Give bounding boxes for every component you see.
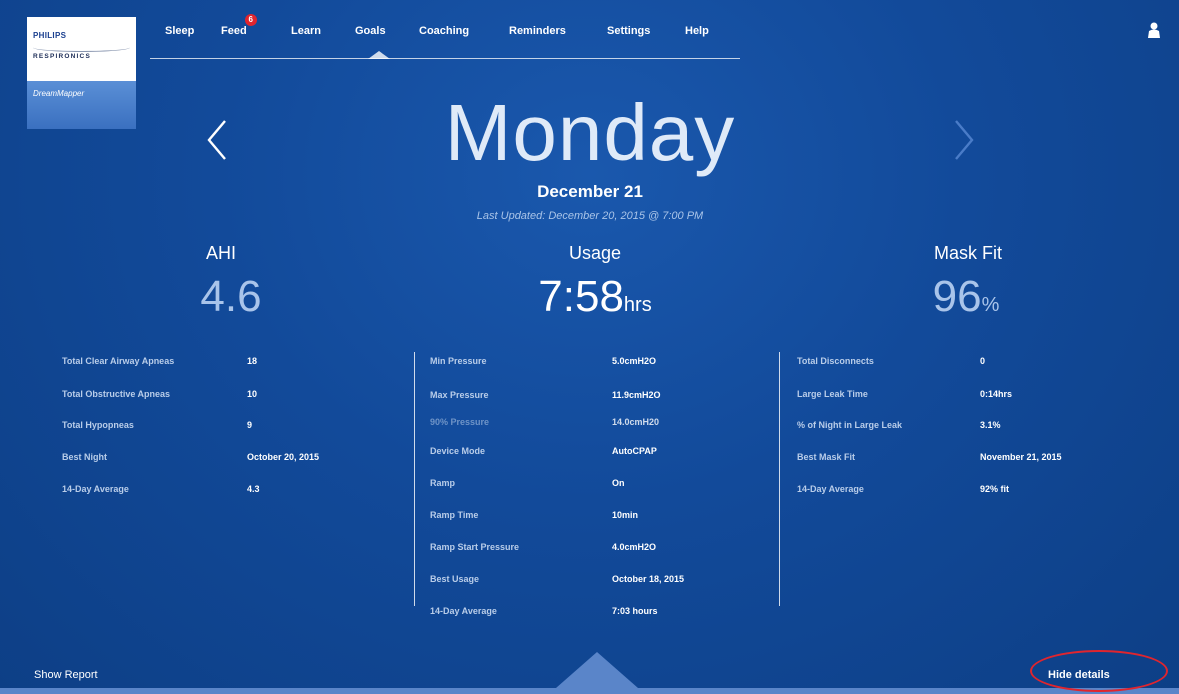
detail-key: % of Night in Large Leak [797,420,903,430]
mask-fit-label: Mask Fit [933,243,1002,263]
detail-key: Ramp Time [430,510,479,520]
nav-item-settings[interactable]: Settings [607,25,650,37]
detail-value: 11.9cmH2O [612,390,661,400]
nav-item-feed-label: Feed [221,25,247,37]
feed-badge: 6 [244,14,257,26]
detail-value: 0:14hrs [980,389,1013,399]
ahi-value: 4.6 [131,275,331,319]
detail-value: October 18, 2015 [612,574,685,584]
collapse-handle[interactable] [556,652,638,688]
detail-value: 92% fit [980,484,1010,494]
detail-value: 3.1% [980,420,1001,430]
detail-value: 5.0cmH2O [612,356,657,366]
usage-value: 7:58hrs [495,275,695,319]
detail-key: Ramp [430,478,456,488]
detail-key: 14-Day Average [62,484,129,494]
column-divider [779,352,780,606]
logo-bottom: DreamMapper [27,81,136,129]
detail-value: November 21, 2015 [980,452,1062,462]
date-label: December 21 [537,182,643,201]
detail-value: AutoCPAP [612,446,657,456]
mask-fit-unit: % [981,294,1000,316]
bottom-strip [0,688,1179,694]
detail-value: 4.3 [247,484,260,494]
logo-app-name: DreamMapper [33,89,85,98]
detail-key: 14-Day Average [430,606,497,616]
nav-item-help[interactable]: Help [685,25,709,37]
mask-fit-value: 96% [866,275,1066,319]
detail-value: 4.0cmH2O [612,542,657,552]
last-updated: Last Updated: December 20, 2015 @ 7:00 P… [476,210,704,222]
detail-key: Best Night [62,452,107,462]
ahi-value-number: 4.6 [200,272,262,321]
hide-details-link[interactable]: Hide details [1048,669,1110,681]
detail-key: Total Clear Airway Apneas [62,356,175,366]
logo-swoosh-icon [33,43,130,52]
nav-item-coaching[interactable]: Coaching [419,25,469,37]
detail-key: Large Leak Time [797,389,868,399]
detail-key: Ramp Start Pressure [430,542,520,552]
logo-top: PHILIPS RESPIRONICS [27,17,136,81]
nav-item-goals[interactable]: Goals [355,25,386,37]
main-nav: Sleep Feed 6 Learn Goals Coaching Remind… [150,14,740,59]
detail-value: 9 [247,420,253,430]
detail-value: 0 [980,356,986,366]
day-title: Monday [444,88,736,177]
detail-key: Device Mode [430,446,486,456]
chevron-right-icon[interactable] [948,115,978,165]
column-divider [414,352,415,606]
logo-sub: RESPIRONICS [33,53,91,60]
detail-key: 14-Day Average [797,484,864,494]
detail-value: On [612,478,625,488]
detail-key: Total Obstructive Apneas [62,389,171,399]
philips-dreammapper-logo: PHILIPS RESPIRONICS DreamMapper [27,17,136,129]
chevron-left-icon[interactable] [203,115,233,165]
logo-brand: PHILIPS [33,31,67,40]
detail-key: Max Pressure [430,390,489,400]
mask-fit-value-number: 96 [932,272,982,321]
dreammapper-app: PHILIPS RESPIRONICS DreamMapper Sleep Fe… [0,0,1179,694]
user-icon[interactable] [1147,22,1161,38]
nav-item-feed[interactable]: Feed 6 [221,14,257,37]
detail-value: October 20, 2015 [247,452,320,462]
detail-key: 90% Pressure [430,417,490,427]
usage-unit: hrs [623,294,652,316]
nav-item-learn[interactable]: Learn [291,25,321,37]
ahi-label: AHI [205,243,236,263]
show-report-link[interactable]: Show Report [34,669,98,681]
nav-item-sleep[interactable]: Sleep [165,25,194,37]
detail-value: 18 [247,356,258,366]
detail-key: Total Hypopneas [62,420,134,430]
detail-key: Total Disconnects [797,356,874,366]
detail-key: Min Pressure [430,356,487,366]
active-nav-indicator [368,51,390,59]
detail-value: 10min [612,510,639,520]
detail-value: 10 [247,389,258,399]
detail-value: 14.0cmH20 [612,417,660,427]
usage-value-number: 7:58 [538,272,624,321]
nav-item-reminders[interactable]: Reminders [509,25,566,37]
usage-label: Usage [568,243,622,263]
detail-key: Best Mask Fit [797,452,856,462]
detail-key: Best Usage [430,574,480,584]
detail-value: 7:03 hours [612,606,658,616]
